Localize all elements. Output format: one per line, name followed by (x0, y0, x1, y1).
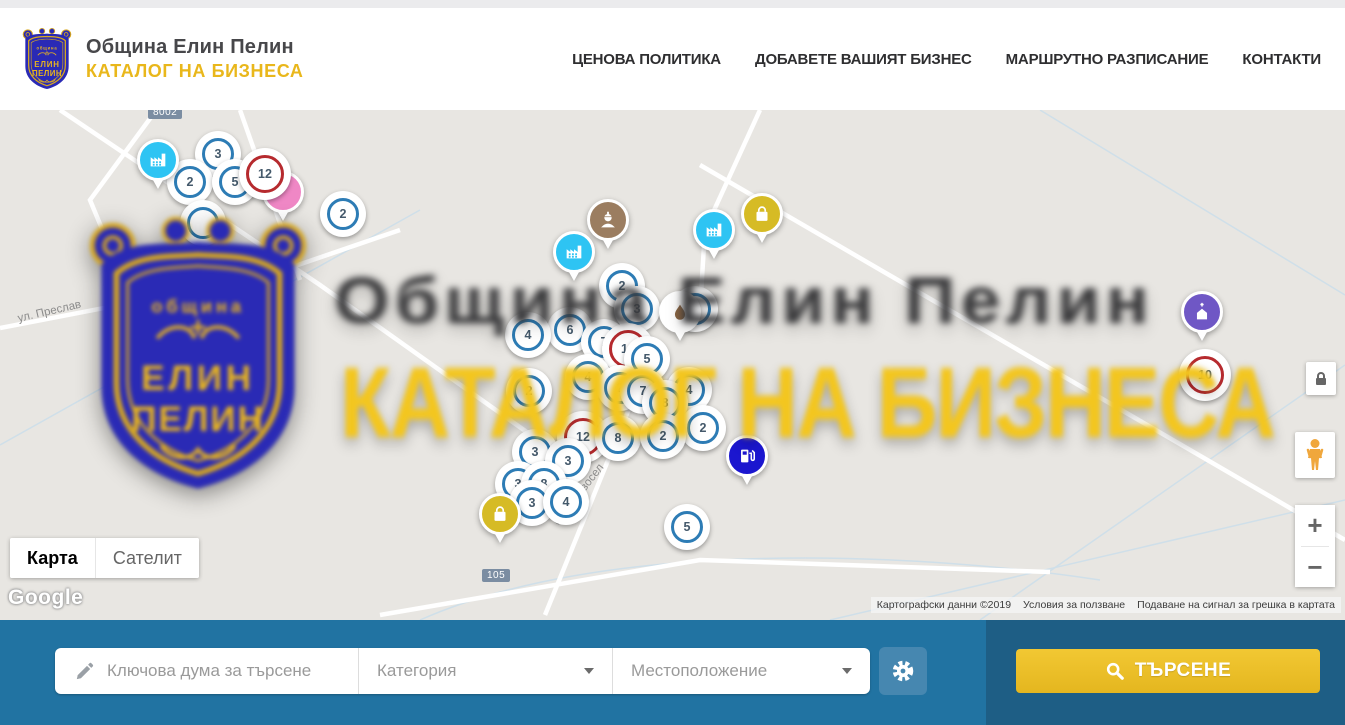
cluster-marker-2[interactable]: 2 (506, 368, 552, 414)
location-dropdown[interactable]: Местоположение (612, 648, 870, 694)
street-label: ул. Преслав (17, 299, 83, 325)
brand-subtitle: КАТАЛОГ НА БИЗНЕСА (86, 61, 304, 82)
zoom-out-button[interactable]: − (1295, 547, 1335, 588)
road-number-badge: 8002 (148, 110, 182, 119)
chevron-down-icon (842, 668, 852, 674)
pin-church-marker[interactable] (1180, 291, 1224, 347)
cluster-marker-4[interactable]: 4 (543, 479, 589, 525)
svg-text:ПЕЛИН: ПЕЛИН (32, 69, 62, 78)
pin-blob-marker[interactable] (658, 291, 702, 347)
pin-factory-marker[interactable] (552, 231, 596, 287)
advanced-settings-button[interactable] (879, 647, 927, 695)
attribution-report-link[interactable]: Подаване на сигнал за грешка в картата (1131, 597, 1341, 613)
keyword-search-input[interactable] (107, 661, 358, 681)
markers-layer: 8002105ул. Преславбул. „Новосел325122235… (0, 110, 1345, 620)
nav-pricing-policy[interactable]: ЦЕНОВА ПОЛИТИКА (572, 51, 721, 68)
nav-transport-schedule[interactable]: МАРШРУТНО РАЗПИСАНИЕ (1006, 51, 1209, 68)
main-nav: ЦЕНОВА ПОЛИТИКА ДОБАВЕТЕ ВАШИЯТ БИЗНЕС М… (572, 51, 1321, 68)
pin-factory-marker[interactable] (136, 139, 180, 195)
cluster-marker-12[interactable]: 12 (239, 148, 291, 200)
pegman-icon (1304, 438, 1326, 472)
nav-add-your-business[interactable]: ДОБАВЕТЕ ВАШИЯТ БИЗНЕС (755, 51, 972, 68)
nav-contacts[interactable]: КОНТАКТИ (1242, 51, 1321, 68)
zoom-in-button[interactable]: + (1295, 505, 1335, 546)
cluster-marker-4[interactable]: 4 (505, 312, 551, 358)
cluster-marker-2[interactable]: 2 (680, 405, 726, 451)
search-input-group: Категория Местоположение (55, 648, 870, 694)
cluster-marker-8[interactable]: 8 (595, 415, 641, 461)
chevron-down-icon (584, 668, 594, 674)
street-view-pegman-button[interactable] (1295, 432, 1335, 478)
site-header: община ЕЛИН ПЕЛИН Община Елин Пелин КАТА… (0, 8, 1345, 110)
gear-icon (890, 658, 916, 684)
brand-title: Община Елин Пелин (86, 36, 304, 59)
search-bar: Категория Местоположение ТЪРСЕНЕ (0, 620, 1345, 725)
map-type-control: Карта Сателит (10, 538, 199, 578)
pencil-icon (75, 661, 95, 681)
search-button-label: ТЪРСЕНЕ (1135, 660, 1232, 682)
brand[interactable]: община ЕЛИН ПЕЛИН Община Елин Пелин КАТА… (22, 27, 304, 91)
search-icon (1105, 661, 1125, 681)
map-canvas[interactable]: 8002105ул. Преславбул. „Новосел325122235… (0, 110, 1345, 620)
cluster-marker-hidden[interactable] (180, 200, 226, 246)
pin-factory-marker[interactable] (692, 209, 736, 265)
svg-text:община: община (37, 45, 58, 50)
lock-icon (1314, 371, 1328, 387)
attribution-terms-link[interactable]: Условия за ползване (1017, 597, 1131, 613)
cluster-marker-10[interactable]: 10 (1179, 349, 1231, 401)
cluster-marker-2[interactable]: 2 (640, 413, 686, 459)
zoom-control: + − (1295, 505, 1335, 587)
cluster-marker-2[interactable]: 2 (320, 191, 366, 237)
map-lock-button[interactable] (1306, 362, 1336, 395)
map-type-satellite-button[interactable]: Сателит (95, 538, 199, 578)
pin-bag-marker[interactable] (478, 493, 522, 549)
google-logo[interactable]: Google (8, 586, 83, 610)
cluster-marker-5[interactable]: 5 (664, 504, 710, 550)
svg-text:ЕЛИН: ЕЛИН (34, 60, 60, 69)
category-dropdown[interactable]: Категория (358, 648, 612, 694)
municipality-logo-icon: община ЕЛИН ПЕЛИН (22, 27, 72, 91)
search-submit-button[interactable]: ТЪРСЕНЕ (1016, 649, 1320, 693)
map-type-map-button[interactable]: Карта (10, 538, 95, 578)
map-attribution: Картографски данни ©2019 Условия за полз… (871, 597, 1341, 613)
road-number-badge: 105 (482, 569, 510, 582)
pin-fuel-marker[interactable] (725, 435, 769, 491)
attribution-data: Картографски данни ©2019 (871, 597, 1017, 613)
category-dropdown-label: Категория (377, 661, 456, 681)
top-strip (0, 0, 1345, 8)
pin-bag-marker[interactable] (740, 193, 784, 249)
location-dropdown-label: Местоположение (631, 661, 767, 681)
keyword-section (55, 648, 358, 694)
